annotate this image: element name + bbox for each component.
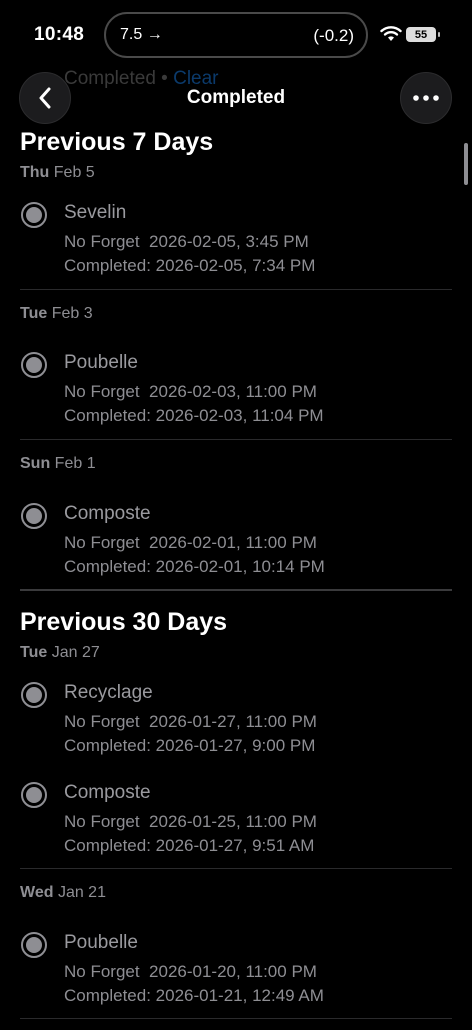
island-right-text: (-0.2)	[313, 26, 354, 45]
section-title: Previous 7 Days	[20, 128, 214, 156]
task-name: Composte	[64, 503, 151, 524]
date-header: Tue Jan 27	[20, 644, 100, 662]
date-header-date: Feb 1	[54, 455, 96, 472]
battery-icon: 55	[406, 27, 440, 42]
completed-radio-icon[interactable]	[21, 202, 47, 228]
task-completed: Completed: 2026-01-27, 9:51 AM	[64, 836, 315, 855]
task-completed: Completed: 2026-02-03, 11:04 PM	[64, 406, 324, 425]
completed-radio-icon[interactable]	[21, 503, 47, 529]
section-title: Previous 30 Days	[20, 608, 228, 636]
task-row[interactable]: Composte No Forget 2026-02-01, 11:00 PM …	[0, 501, 472, 601]
date-header-day: Sun	[20, 455, 51, 472]
scroll-indicator[interactable]	[464, 143, 468, 185]
date-header-date: Jan 21	[57, 884, 106, 901]
task-due: No Forget 2026-02-03, 11:00 PM	[64, 382, 317, 401]
task-completed: Completed: 2026-01-21, 12:49 AM	[64, 986, 324, 1005]
ellipsis-icon	[413, 95, 439, 101]
task-due: No Forget 2026-02-05, 3:45 PM	[64, 232, 309, 251]
completed-radio-icon[interactable]	[21, 932, 47, 958]
task-completed: Completed: 2026-01-27, 9:00 PM	[64, 736, 316, 755]
task-name: Poubelle	[64, 352, 138, 373]
completed-radio-icon[interactable]	[21, 782, 47, 808]
date-header-date: Jan 27	[51, 644, 100, 661]
ghost-title-text: Completed	[64, 68, 156, 89]
task-row[interactable]: Poubelle No Forget 2026-02-03, 11:00 PM …	[0, 350, 472, 450]
task-name: Composte	[64, 782, 151, 803]
date-header: Wed Jan 21	[20, 884, 106, 902]
date-header-day: Thu	[20, 164, 50, 181]
divider	[20, 868, 452, 869]
date-header-date: Feb 3	[51, 305, 93, 322]
divider	[20, 439, 452, 440]
task-row[interactable]: Composte No Forget 2026-01-25, 11:00 PM …	[0, 780, 472, 880]
task-due: No Forget 2026-01-25, 11:00 PM	[64, 812, 317, 831]
ghost-title-dot: •	[161, 68, 168, 89]
date-header-day: Tue	[20, 305, 48, 322]
task-completed: Completed: 2026-02-01, 10:14 PM	[64, 557, 325, 576]
date-header: Sun Feb 1	[20, 455, 96, 473]
status-bar: 10:48 7.5 → (-0.2) 55	[0, 0, 472, 70]
date-header-day: Tue	[20, 644, 48, 661]
divider	[20, 289, 452, 290]
completed-radio-icon[interactable]	[21, 682, 47, 708]
completed-radio-icon[interactable]	[21, 352, 47, 378]
date-header-date: Feb 5	[53, 164, 95, 181]
date-header: Tue Feb 3	[20, 305, 93, 323]
status-time: 10:48	[34, 24, 85, 45]
wifi-icon	[380, 26, 402, 41]
task-due: No Forget 2026-02-01, 11:00 PM	[64, 533, 317, 552]
task-row[interactable]: Poubelle No Forget 2026-01-20, 11:00 PM …	[0, 930, 472, 1030]
task-name: Poubelle	[64, 932, 138, 953]
section-divider	[20, 589, 452, 591]
task-due: No Forget 2026-01-27, 11:00 PM	[64, 712, 317, 731]
dynamic-island[interactable]: 7.5 → (-0.2)	[104, 12, 368, 58]
task-row[interactable]: Recyclage No Forget 2026-01-27, 11:00 PM…	[0, 680, 472, 780]
task-completed: Completed: 2026-02-05, 7:34 PM	[64, 256, 316, 275]
task-name: Recyclage	[64, 682, 153, 703]
task-name: Sevelin	[64, 202, 127, 223]
date-header: Thu Feb 5	[20, 164, 95, 182]
task-due: No Forget 2026-01-20, 11:00 PM	[64, 962, 317, 981]
date-header-day: Wed	[20, 884, 54, 901]
island-left-text: 7.5 →	[120, 26, 163, 43]
divider	[20, 1018, 452, 1019]
task-row[interactable]: Sevelin No Forget 2026-02-05, 3:45 PM Co…	[0, 200, 472, 300]
ghost-clear-link: Clear	[173, 68, 219, 89]
more-options-button[interactable]	[400, 72, 452, 124]
